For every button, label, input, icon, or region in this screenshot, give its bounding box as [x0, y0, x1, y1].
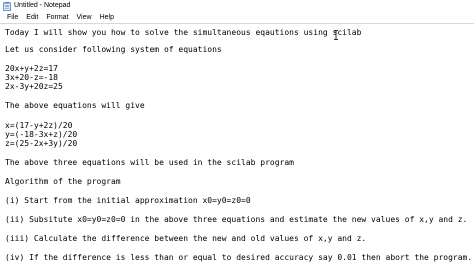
text-line: y=(-18-3x+z)/20: [5, 130, 78, 139]
text-line: 20x+y+2z=17: [5, 64, 58, 73]
menu-bar: File Edit Format View Help: [0, 12, 474, 23]
title-bar: Untitled - Notepad: [0, 0, 474, 12]
text-cursor-icon: [333, 27, 339, 40]
text-line: Algorithm of the program: [5, 177, 121, 186]
text-line: (iv) If the difference is less than or e…: [5, 253, 473, 262]
text-line: (iii) Calculate the difference between t…: [5, 234, 367, 243]
window-title: Untitled - Notepad: [14, 2, 71, 9]
text-line: Let us consider following system of equa…: [5, 45, 222, 54]
text-line: 2x-3y+20z=25: [5, 82, 63, 91]
notepad-icon: [3, 1, 11, 11]
menu-format[interactable]: Format: [42, 12, 72, 23]
text-line: (ii) Subsitute x0=y0=z0=0 in the above t…: [5, 215, 468, 224]
text-line: 3x+20-z=-18: [5, 73, 58, 82]
menu-help[interactable]: Help: [96, 12, 118, 23]
menu-edit[interactable]: Edit: [22, 12, 42, 23]
text-line: Today I will show you how to solve the s…: [5, 28, 362, 37]
text-line: z=(25-2x+3y)/20: [5, 139, 78, 148]
menu-view[interactable]: View: [73, 12, 96, 23]
menu-file[interactable]: File: [3, 12, 22, 23]
text-editor-area[interactable]: Today I will show you how to solve the s…: [0, 24, 474, 266]
text-line: (i) Start from the initial approximation…: [5, 196, 251, 205]
notepad-window: Untitled - Notepad File Edit Format View…: [0, 0, 474, 266]
text-line: x=(17-y+2z)/20: [5, 121, 73, 130]
text-line: The above three equations will be used i…: [5, 158, 294, 167]
text-line: The above equations will give: [5, 101, 145, 110]
